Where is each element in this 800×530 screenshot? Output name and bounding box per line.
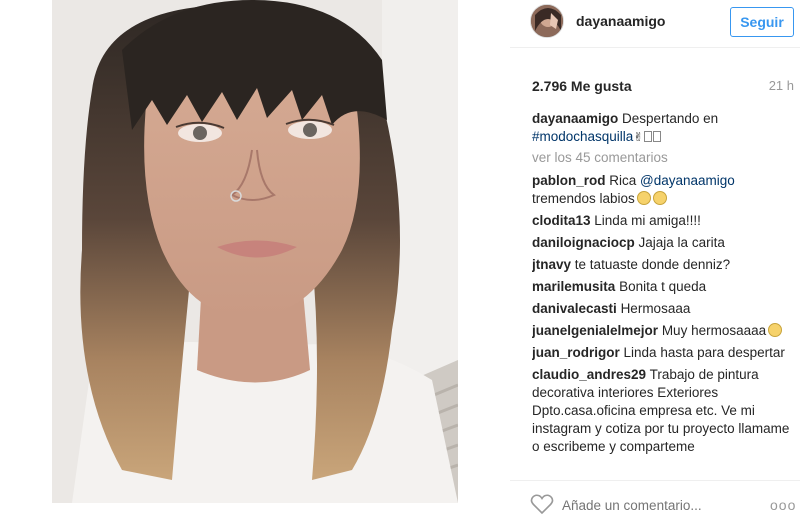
comment-item: daniloignaciocp Jajaja la carita <box>532 234 790 252</box>
comment-item: danivalecasti Hermosaaa <box>532 300 790 318</box>
comment-username[interactable]: juan_rodrigor <box>532 345 620 360</box>
comment-item: clodita13 Linda mi amiga!!!! <box>532 212 790 230</box>
likes-count[interactable]: 2.796 Me gusta <box>532 78 632 94</box>
victory-hand-icon: ✌ <box>633 130 644 144</box>
post-header: dayanaamigo Seguir <box>510 0 800 48</box>
post-caption: dayanaamigo Despertando en #modochasquil… <box>532 110 792 146</box>
avatar-photo <box>531 5 563 37</box>
comment-item: juan_rodrigor Linda hasta para despertar <box>532 344 790 362</box>
post-time[interactable]: 21 h <box>769 78 794 93</box>
follow-button[interactable]: Seguir <box>730 7 794 37</box>
emoji-face-icon <box>652 191 667 205</box>
comment-text: Linda mi amiga!!!! <box>594 213 701 228</box>
comment-text: Muy hermosaaaa <box>661 323 767 338</box>
comment-username[interactable]: pablon_rod <box>532 173 606 188</box>
selfie-illustration <box>52 0 458 503</box>
comment-username[interactable]: clodita13 <box>532 213 591 228</box>
likes-row: 2.796 Me gusta 21 h <box>532 78 794 96</box>
comment-username[interactable]: claudio_andres29 <box>532 367 646 382</box>
comment-username[interactable]: jtnavy <box>532 257 571 272</box>
missing-glyph-icon <box>653 131 662 142</box>
comment-item: claudio_andres29 Trabajo de pintura deco… <box>532 366 790 456</box>
comment-text-continued: tremendos labios <box>532 191 635 206</box>
comments-list: pablon_rod Rica @dayanaamigo tremendos l… <box>532 172 790 470</box>
comment-mention[interactable]: @dayanaamigo <box>640 173 735 188</box>
caption-username[interactable]: dayanaamigo <box>532 111 618 126</box>
comment-text: Bonita t queda <box>619 279 707 294</box>
add-comment-input[interactable] <box>562 495 742 515</box>
post-author-username[interactable]: dayanaamigo <box>576 13 665 29</box>
comment-username[interactable]: danivalecasti <box>532 301 617 316</box>
comment-item: marilemusita Bonita t queda <box>532 278 790 296</box>
right-gutter <box>458 0 510 530</box>
caption-text: Despertando en <box>622 111 719 126</box>
comment-text: te tatuaste donde denniz? <box>574 257 731 272</box>
view-all-comments-link[interactable]: ver los 45 comentarios <box>532 150 668 165</box>
more-options-icon[interactable]: ooo <box>770 497 796 513</box>
post-side-panel: dayanaamigo Seguir 2.796 Me gusta 21 h d… <box>510 0 800 530</box>
heart-icon[interactable] <box>530 493 554 515</box>
comment-username[interactable]: marilemusita <box>532 279 615 294</box>
comment-username[interactable]: juanelgenialelmejor <box>532 323 658 338</box>
post-footer: ooo <box>510 480 800 530</box>
comment-item: juanelgenialelmejor Muy hermosaaaa <box>532 322 790 340</box>
emoji-face-icon <box>768 323 783 337</box>
avatar[interactable] <box>530 4 564 38</box>
comment-text: Linda hasta para despertar <box>623 345 785 360</box>
left-gutter <box>0 0 52 530</box>
comment-text: Hermosaaa <box>620 301 691 316</box>
comment-item: jtnavy te tatuaste donde denniz? <box>532 256 790 274</box>
missing-glyph-icon <box>644 131 653 142</box>
comment-item: pablon_rod Rica @dayanaamigo tremendos l… <box>532 172 790 208</box>
emoji-face-icon <box>636 191 651 205</box>
comment-text: Jajaja la carita <box>638 235 725 250</box>
comment-username[interactable]: daniloignaciocp <box>532 235 635 250</box>
comment-text: Rica <box>609 173 641 188</box>
post-photo[interactable] <box>52 0 458 503</box>
caption-hashtag[interactable]: #modochasquilla <box>532 129 633 144</box>
